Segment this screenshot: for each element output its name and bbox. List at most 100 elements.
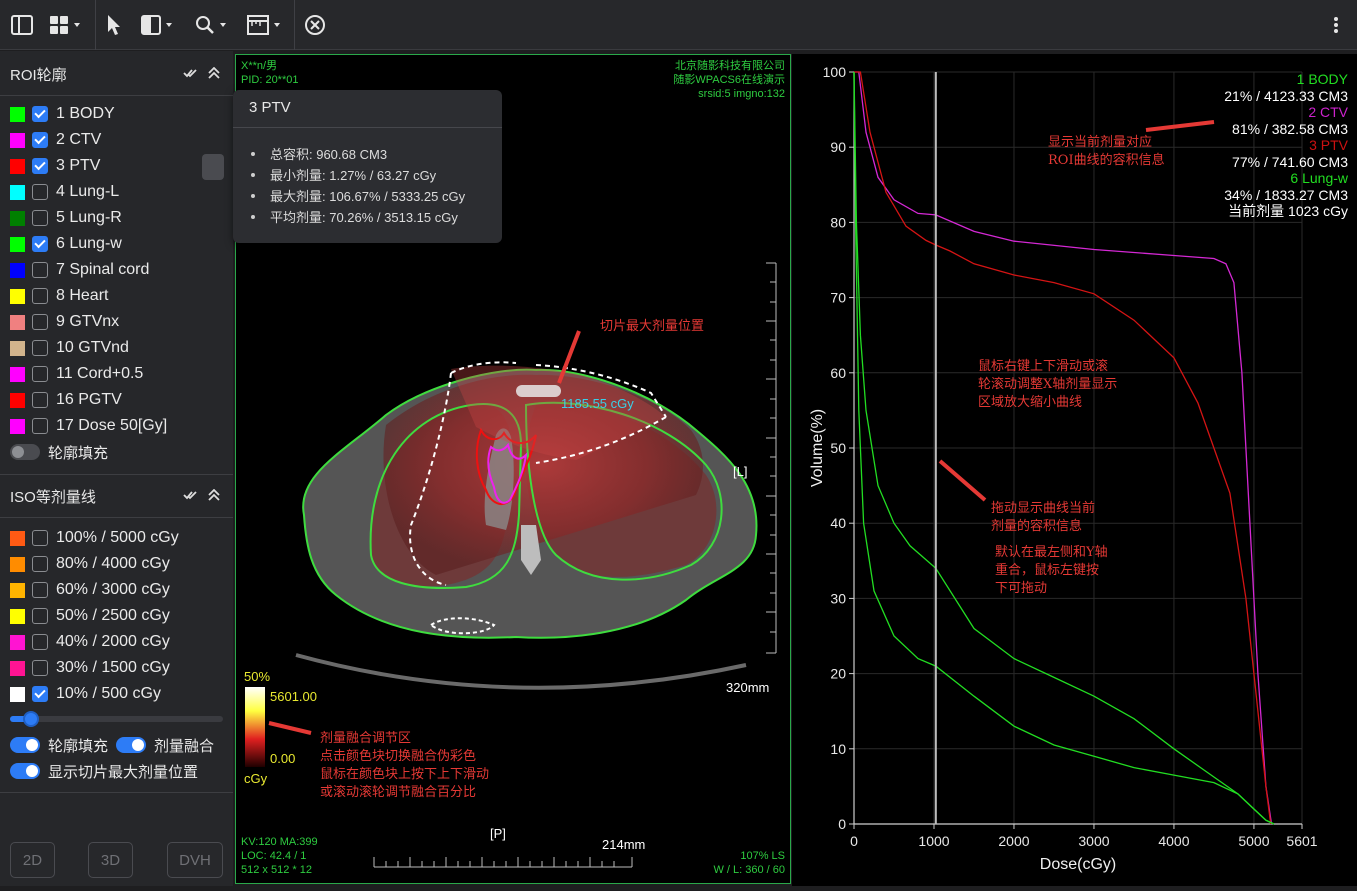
ruler-icon[interactable]: [247, 10, 287, 40]
color-swatch[interactable]: [10, 236, 25, 252]
iso-section-header[interactable]: ISO等剂量线: [0, 475, 233, 517]
visibility-checkbox[interactable]: [32, 236, 48, 252]
iso-item-label: 100% / 5000 cGy: [56, 529, 179, 546]
roi-item[interactable]: 7 Spinal cord: [10, 258, 149, 282]
visibility-checkbox[interactable]: [32, 418, 48, 434]
color-swatch[interactable]: [10, 556, 25, 572]
max-dose-toggle-row[interactable]: 显示切片最大剂量位置: [10, 759, 198, 783]
check-all-icon[interactable]: [183, 67, 197, 81]
collapse-icon[interactable]: [207, 488, 221, 504]
dvh-chart[interactable]: 0 10 20 30 40 50 60 70 80 90 100 0 1000 2000 3000 4000 5…: [792, 54, 1357, 886]
collapse-icon[interactable]: [207, 66, 221, 82]
pointer-icon[interactable]: [102, 10, 126, 40]
visibility-checkbox[interactable]: [32, 288, 48, 304]
roi-item[interactable]: 1 BODY: [10, 102, 115, 126]
color-swatch[interactable]: [10, 660, 25, 676]
roi-item[interactable]: 3 PTV: [10, 154, 100, 178]
color-swatch[interactable]: [10, 582, 25, 598]
color-swatch[interactable]: [10, 314, 25, 330]
max-dose-toggle[interactable]: [10, 763, 40, 779]
roi-fill-toggle[interactable]: [10, 444, 40, 460]
roi-item[interactable]: 4 Lung-L: [10, 180, 119, 204]
visibility-checkbox[interactable]: [32, 392, 48, 408]
blend-slider[interactable]: [10, 711, 223, 727]
roi-item[interactable]: 9 GTVnx: [10, 310, 119, 334]
x-tick-label: 1000: [918, 833, 949, 849]
color-swatch[interactable]: [10, 392, 25, 408]
color-swatch[interactable]: [10, 132, 25, 148]
y-tick-label: 80: [830, 214, 846, 230]
y-axis-label: Volume(%): [809, 409, 826, 487]
layout-grid-icon[interactable]: [48, 10, 88, 40]
blend-slider-thumb[interactable]: [23, 711, 40, 727]
iso-item[interactable]: 60% / 3000 cGy: [10, 578, 170, 602]
visibility-checkbox[interactable]: [32, 158, 48, 174]
visibility-checkbox[interactable]: [32, 660, 48, 676]
visibility-checkbox[interactable]: [32, 634, 48, 650]
color-swatch[interactable]: [10, 340, 25, 356]
colorbar-min-label: 0.00: [270, 751, 296, 766]
roi-item[interactable]: 6 Lung-w: [10, 232, 122, 256]
dose-colorbar[interactable]: [245, 687, 265, 767]
color-swatch[interactable]: [10, 184, 25, 200]
roi-item[interactable]: 16 PGTV: [10, 388, 122, 412]
color-swatch[interactable]: [10, 634, 25, 650]
iso-item[interactable]: 50% / 2500 cGy: [10, 604, 170, 628]
iso-item-label: 30% / 1500 cGy: [56, 659, 170, 676]
iso-fill-toggle-row[interactable]: 轮廓填充 剂量融合: [10, 733, 214, 757]
visibility-checkbox[interactable]: [32, 686, 48, 702]
visibility-checkbox[interactable]: [32, 608, 48, 624]
visibility-checkbox[interactable]: [32, 582, 48, 598]
visibility-checkbox[interactable]: [32, 366, 48, 382]
color-swatch[interactable]: [10, 418, 25, 434]
visibility-checkbox[interactable]: [32, 106, 48, 122]
color-swatch[interactable]: [10, 686, 25, 702]
annotation-drag-curve: 拖动显示曲线当前 剂量的容积信息: [991, 501, 1096, 534]
orientation-posterior-label: [P]: [490, 826, 506, 841]
color-swatch[interactable]: [10, 262, 25, 278]
view-2d-button[interactable]: 2D: [10, 842, 55, 878]
visibility-checkbox[interactable]: [32, 340, 48, 356]
roi-item[interactable]: 10 GTVnd: [10, 336, 129, 360]
check-all-icon[interactable]: [183, 489, 197, 503]
dose-blend-toggle[interactable]: [116, 737, 147, 753]
visibility-checkbox[interactable]: [32, 210, 48, 226]
more-icon[interactable]: [1326, 10, 1346, 40]
iso-fill-toggle[interactable]: [10, 737, 40, 753]
roi-item[interactable]: 11 Cord+0.5: [10, 362, 143, 386]
view-3d-button[interactable]: 3D: [88, 842, 133, 878]
color-swatch[interactable]: [10, 158, 25, 174]
color-swatch[interactable]: [10, 106, 25, 122]
blend-percent[interactable]: 50%: [244, 669, 270, 684]
roi-section-header[interactable]: ROI轮廓: [0, 53, 233, 95]
color-swatch[interactable]: [10, 530, 25, 546]
x-tick-label: 2000: [998, 833, 1029, 849]
roi-fill-toggle-row[interactable]: 轮廓填充: [10, 440, 108, 464]
visibility-checkbox[interactable]: [32, 556, 48, 572]
visibility-checkbox[interactable]: [32, 132, 48, 148]
roi-item[interactable]: 5 Lung-R: [10, 206, 122, 230]
view-dvh-button[interactable]: DVH: [167, 842, 223, 878]
color-swatch[interactable]: [10, 608, 25, 624]
close-icon[interactable]: [302, 10, 328, 40]
sidebar-icon[interactable]: [8, 10, 36, 40]
roi-item[interactable]: 8 Heart: [10, 284, 108, 308]
color-swatch[interactable]: [10, 288, 25, 304]
window-level-icon[interactable]: [140, 10, 180, 40]
iso-item[interactable]: 100% / 5000 cGy: [10, 526, 179, 550]
legend-series-name: 1 BODY: [1296, 71, 1348, 87]
iso-item[interactable]: 10% / 500 cGy: [10, 682, 161, 706]
visibility-checkbox[interactable]: [32, 262, 48, 278]
iso-item[interactable]: 40% / 2000 cGy: [10, 630, 170, 654]
iso-item[interactable]: 30% / 1500 cGy: [10, 656, 170, 680]
zoom-icon[interactable]: [194, 10, 234, 40]
iso-item[interactable]: 80% / 4000 cGy: [10, 552, 170, 576]
visibility-checkbox[interactable]: [32, 530, 48, 546]
roi-item[interactable]: 17 Dose 50[Gy]: [10, 414, 167, 438]
color-swatch[interactable]: [10, 366, 25, 382]
roi-item[interactable]: 2 CTV: [10, 128, 101, 152]
visibility-checkbox[interactable]: [32, 314, 48, 330]
tooltip-anchor-handle[interactable]: [202, 154, 224, 180]
visibility-checkbox[interactable]: [32, 184, 48, 200]
color-swatch[interactable]: [10, 210, 25, 226]
